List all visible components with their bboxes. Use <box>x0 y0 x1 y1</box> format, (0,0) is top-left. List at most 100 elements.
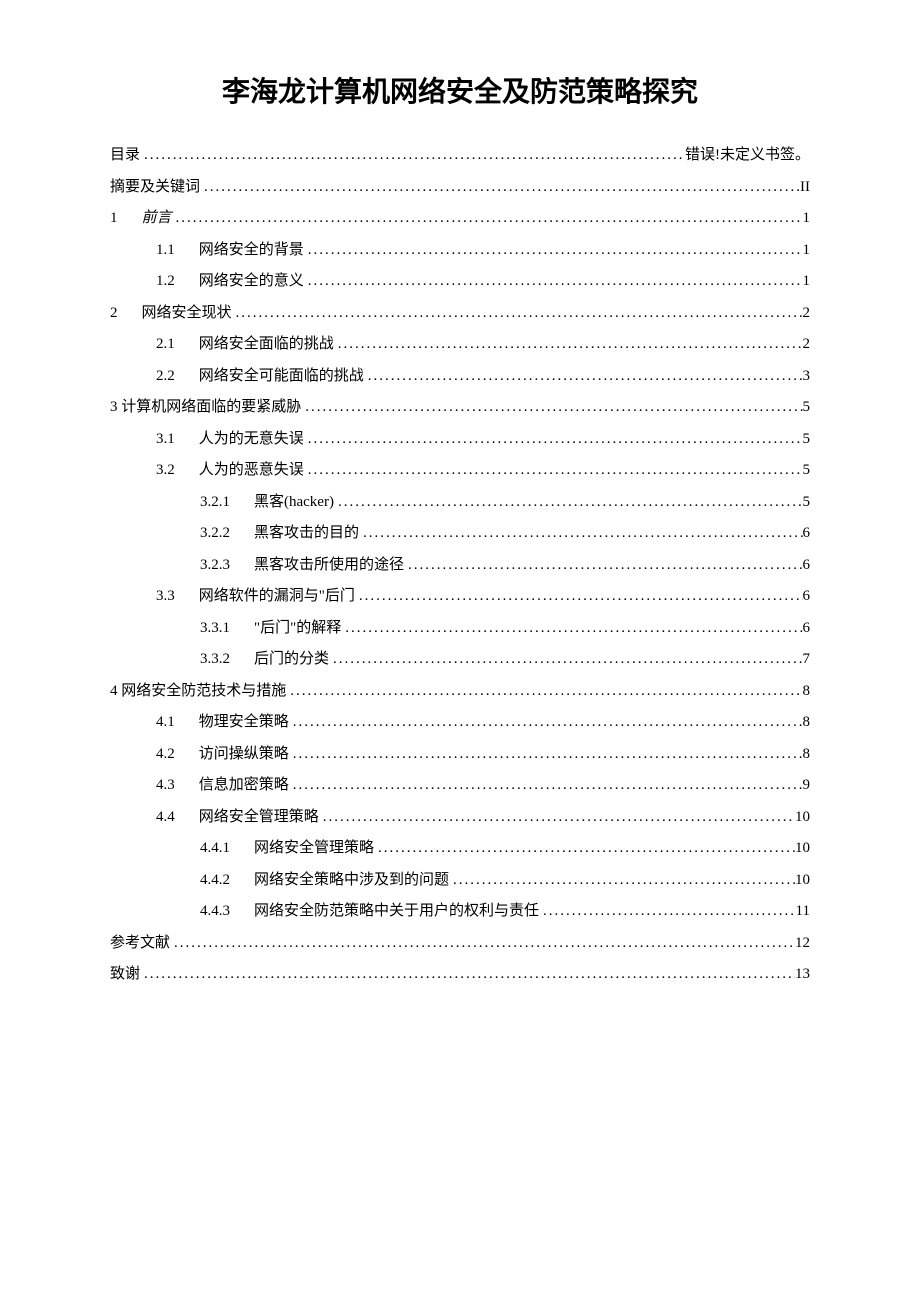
table-of-contents: 目录错误!未定义书签。摘要及关键词II1前言11.1网络安全的背景11.2网络安… <box>110 140 810 991</box>
toc-label: 4.4.3 网络安全防范策略中关于用户的权利与责任 <box>200 896 539 928</box>
toc-leader-dots <box>301 392 802 424</box>
toc-entry: 3.2.1黑客(hacker)5 <box>110 487 810 519</box>
toc-number: 4.4.2 <box>200 865 230 897</box>
toc-leader-dots <box>355 581 803 613</box>
toc-text: 3 计算机网络面临的要紧威胁 <box>110 392 301 424</box>
toc-entry: 摘要及关键词 II <box>110 172 810 204</box>
toc-label: 摘要及关键词 <box>110 172 200 204</box>
toc-leader-dots <box>404 550 802 582</box>
toc-leader-dots <box>140 959 795 991</box>
toc-entry: 3.2人为的恶意失误 5 <box>110 455 810 487</box>
toc-entry: 3.3.1"后门"的解释 6 <box>110 613 810 645</box>
toc-label: 4 网络安全防范技术与措施 <box>110 676 286 708</box>
toc-entry: 4 网络安全防范技术与措施8 <box>110 676 810 708</box>
toc-text: 物理安全策略 <box>199 707 289 739</box>
toc-page-number: 9 <box>803 770 811 802</box>
toc-page-number: 10 <box>795 802 810 834</box>
toc-label: 3.3.1"后门"的解释 <box>200 613 341 645</box>
toc-page-number: 1 <box>803 235 811 267</box>
toc-page-number: 1 <box>803 266 811 298</box>
toc-label: 3.3 网络软件的漏洞与"后门 <box>156 581 355 613</box>
toc-number: 4.4.1 <box>200 833 230 865</box>
toc-entry: 1.2 网络安全的意义 1 <box>110 266 810 298</box>
toc-text: 前言 <box>142 203 172 235</box>
toc-number: 3.2.2 <box>200 518 230 550</box>
toc-number: 2.2 <box>156 361 175 393</box>
toc-text: 网络安全的意义 <box>199 266 304 298</box>
toc-entry: 2网络安全现状2 <box>110 298 810 330</box>
toc-entry: 4.4.3网络安全防范策略中关于用户的权利与责任11 <box>110 896 810 928</box>
toc-leader-dots <box>304 455 803 487</box>
toc-label: 1.1 网络安全的背景 <box>156 235 304 267</box>
toc-text: 网络安全管理策略 <box>254 833 374 865</box>
toc-text: 目录 <box>110 140 140 172</box>
toc-label: 3.2.2黑客攻击的目的 <box>200 518 359 550</box>
toc-label: 3.2.1 黑客(hacker) <box>200 487 334 519</box>
toc-text: 人为的无意失误 <box>199 424 304 456</box>
toc-text: 网络软件的漏洞与"后门 <box>199 581 355 613</box>
toc-number: 2 <box>110 298 118 330</box>
toc-leader-dots <box>329 644 802 676</box>
toc-entry: 4.4 网络安全管理策略 10 <box>110 802 810 834</box>
toc-text: "后门"的解释 <box>254 613 341 645</box>
toc-page-number: 13 <box>795 959 810 991</box>
toc-label: 3.2人为的恶意失误 <box>156 455 304 487</box>
toc-number: 3.2.1 <box>200 487 230 519</box>
toc-text: 网络安全的背景 <box>199 235 304 267</box>
toc-page-number: 6 <box>803 613 811 645</box>
toc-entry: 2.1网络安全面临的挑战2 <box>110 329 810 361</box>
toc-number: 3.3.2 <box>200 644 230 676</box>
toc-label: 4.4 网络安全管理策略 <box>156 802 319 834</box>
toc-label: 4.1物理安全策略 <box>156 707 289 739</box>
toc-text: 网络安全防范策略中关于用户的权利与责任 <box>254 896 539 928</box>
toc-text: 人为的恶意失误 <box>199 455 304 487</box>
toc-page-number: 6 <box>803 518 811 550</box>
toc-page-number: 2 <box>803 298 811 330</box>
toc-label: 3.2.3 黑客攻击所使用的途径 <box>200 550 404 582</box>
toc-number: 4.4 <box>156 802 175 834</box>
toc-page-number: 2 <box>803 329 811 361</box>
toc-label: 4.2访问操纵策略 <box>156 739 289 771</box>
toc-leader-dots <box>172 203 803 235</box>
toc-number: 3.1 <box>156 424 175 456</box>
toc-label: 致谢 <box>110 959 140 991</box>
toc-label: 参考文献 <box>110 928 170 960</box>
toc-entry: 4.1物理安全策略8 <box>110 707 810 739</box>
toc-leader-dots <box>304 266 803 298</box>
toc-label: 3 计算机网络面临的要紧威胁 <box>110 392 301 424</box>
toc-text: 网络安全管理策略 <box>199 802 319 834</box>
toc-label: 1 前言 <box>110 203 172 235</box>
toc-text: 参考文献 <box>110 928 170 960</box>
toc-leader-dots <box>289 770 803 802</box>
toc-number: 1.1 <box>156 235 175 267</box>
toc-number: 3.3 <box>156 581 175 613</box>
toc-page-number: 3 <box>803 361 811 393</box>
toc-number: 3.2.3 <box>200 550 230 582</box>
toc-page-number: II <box>800 172 810 204</box>
toc-leader-dots <box>334 329 803 361</box>
toc-number: 1.2 <box>156 266 175 298</box>
toc-leader-dots <box>200 172 800 204</box>
toc-page-number: 6 <box>803 550 811 582</box>
toc-entry: 参考文献12 <box>110 928 810 960</box>
toc-entry: 3.3网络软件的漏洞与"后门6 <box>110 581 810 613</box>
toc-page-number: 错误!未定义书签。 <box>685 140 810 172</box>
toc-number: 4.4.3 <box>200 896 230 928</box>
toc-page-number: 10 <box>795 833 810 865</box>
toc-page-number: 7 <box>803 644 811 676</box>
toc-number: 1 <box>110 203 118 235</box>
toc-text: 黑客攻击所使用的途径 <box>254 550 404 582</box>
toc-page-number: 1 <box>803 203 811 235</box>
toc-text: 网络安全面临的挑战 <box>199 329 334 361</box>
toc-entry: 3.1人为的无意失误5 <box>110 424 810 456</box>
toc-entry: 4.4.2网络安全策略中涉及到的问题10 <box>110 865 810 897</box>
toc-entry: 4.4.1 网络安全管理策略 10 <box>110 833 810 865</box>
toc-page-number: 5 <box>803 455 811 487</box>
toc-label: 2.2网络安全可能面临的挑战 <box>156 361 364 393</box>
toc-label: 3.1 人为的无意失误 <box>156 424 304 456</box>
toc-text: 黑客(hacker) <box>254 487 334 519</box>
toc-label: 3.3.2后门的分类 <box>200 644 329 676</box>
toc-label: 4.4.2网络安全策略中涉及到的问题 <box>200 865 449 897</box>
toc-leader-dots <box>539 896 796 928</box>
toc-page-number: 8 <box>803 739 811 771</box>
